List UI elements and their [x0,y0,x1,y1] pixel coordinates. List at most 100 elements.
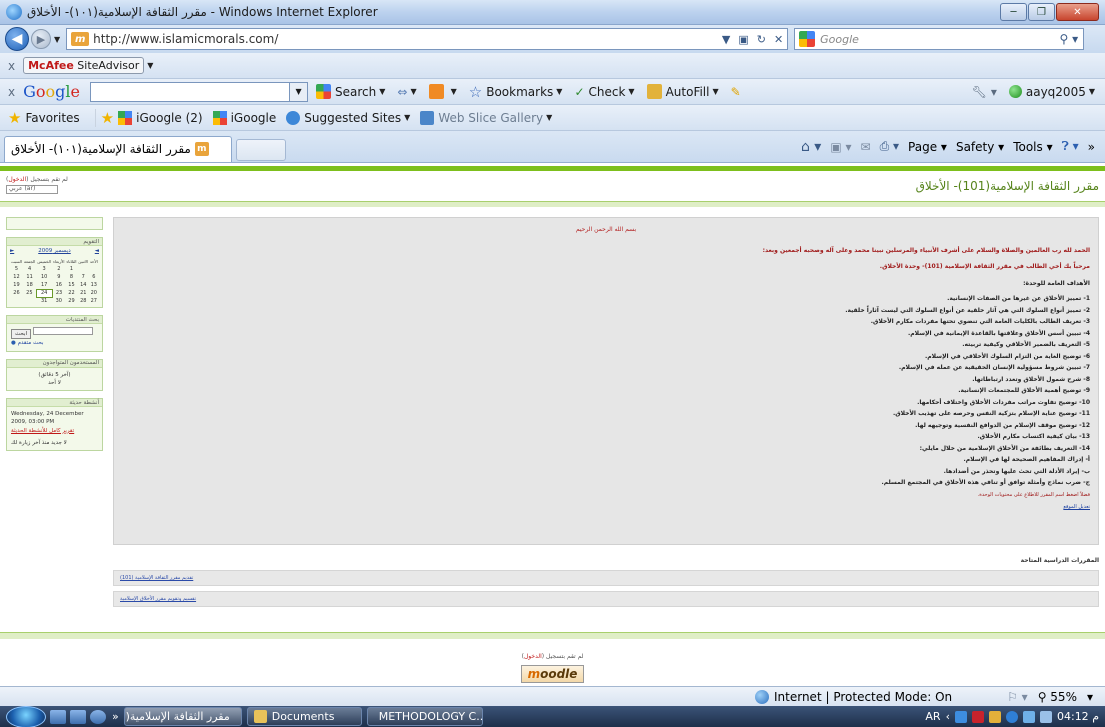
advanced-search-link[interactable]: بحث متقدم [18,340,44,346]
tray-expand-icon[interactable]: ‹ [946,710,950,723]
switch-windows-icon[interactable] [70,709,86,724]
google-search-dropdown-icon[interactable]: ▼ [290,81,309,102]
calendar-day[interactable]: 16 [52,281,65,289]
moodle-logo[interactable]: moodle [520,665,585,683]
tray-mcafee-icon[interactable] [971,710,984,723]
calendar-day[interactable]: 9 [52,273,65,281]
close-toolbar-icon[interactable]: x [8,59,15,73]
calendar-day[interactable]: 27 [89,297,98,305]
calendar-day[interactable]: 5 [10,265,23,273]
show-desktop-icon[interactable] [50,709,66,724]
forum-search-button[interactable]: ابحث [11,329,32,340]
calendar-day[interactable]: 21 [77,289,89,297]
refresh-icon[interactable]: ↻ [757,33,766,46]
page-menu[interactable]: Page ▾ [908,140,947,154]
calendar-day[interactable]: 30 [52,297,65,305]
feeds-icon[interactable]: ▣ ▾ [830,140,851,154]
search-box[interactable]: Google ⚲ ▾ [794,28,1085,50]
footer-login-link[interactable]: الدخول [524,653,542,660]
ie-quicklaunch-icon[interactable] [90,709,106,724]
calendar-day[interactable]: 6 [89,273,98,281]
start-button[interactable] [6,706,46,727]
blogger-button[interactable]: ▼ [428,84,457,99]
course-row[interactable]: تقسيم وتقويم مقرر الأخلاق الإسلامية [113,591,1099,607]
calendar-day[interactable]: 7 [77,273,89,281]
tray-app-icon[interactable] [954,710,967,723]
chevron-down-icon[interactable]: ▼ [147,61,153,70]
calendar-day[interactable]: 4 [23,265,36,273]
help-icon[interactable]: ❓︎ ▾ [1062,139,1079,154]
browser-tab-active[interactable]: m مقرر الثقافة الإسلامية(١٠١)- الأخلاق [4,135,232,162]
calendar-day[interactable]: 18 [23,281,36,289]
stop-icon[interactable]: ✕ [774,33,783,46]
taskbar-ie-window[interactable]: مقرر الثقافة الإسلامية(... [123,707,242,726]
calendar-day[interactable]: 2 [52,265,65,273]
forward-button[interactable]: ▶ [31,29,51,49]
login-link[interactable]: الدخول [8,176,26,183]
history-dropdown-icon[interactable]: ▼ [54,35,60,44]
tools-menu[interactable]: Tools ▾ [1013,140,1052,154]
share-button[interactable]: ⇔ ▼ [397,85,416,99]
edit-site-link[interactable]: تعديل الموقع [122,504,1090,510]
calendar-day[interactable]: 8 [66,273,78,281]
home-icon[interactable]: ⌂ ▾ [801,139,821,155]
maximize-button[interactable]: ❐ [1028,3,1055,21]
check-spelling-button[interactable]: ✓ Check ▼ [574,85,634,99]
calendar-day[interactable]: 23 [52,289,65,297]
address-input[interactable]: m http://www.islamicmorals.com/ ▼ ▣ ↻ ✕ [66,28,789,50]
calendar-day[interactable]: 25 [23,289,36,297]
quicklaunch-overflow-icon[interactable]: » [112,710,119,723]
favorite-item-web-slice-gallery[interactable]: Web Slice Gallery ▼ [420,110,552,125]
calendar-day[interactable]: 15 [66,281,78,289]
help-icon[interactable]: ● [11,340,16,346]
close-window-button[interactable]: ✕ [1056,3,1099,21]
google-search-button[interactable]: Search ▼ [316,84,385,99]
full-report-link[interactable]: تقرير كامل للأنشطة الحديثة [11,427,98,435]
safety-menu[interactable]: Safety ▾ [956,140,1004,154]
mail-icon[interactable]: ✉ [861,140,871,154]
calendar-day[interactable]: 12 [10,273,23,281]
course-link[interactable]: تقديم مقرر الثقافة الإسلامية (101) [120,575,193,581]
calendar-day[interactable]: 10 [36,273,52,281]
wrench-icon[interactable]: 🔧︎ ▾ [972,85,997,99]
minimize-button[interactable]: ─ [1000,3,1027,21]
security-zone[interactable]: Internet | Protected Mode: On [755,689,952,704]
calendar-day[interactable]: 11 [23,273,36,281]
tray-app-icon[interactable] [1005,710,1018,723]
search-magnifier-icon[interactable]: ⚲ ▾ [1060,32,1084,46]
calendar-day[interactable]: 17 [36,281,52,289]
compatibility-view-icon[interactable]: ▣ [738,33,748,46]
calendar-day[interactable]: 24 [35,288,53,298]
print-icon[interactable]: ⎙ ▾ [880,139,899,154]
calendar-day[interactable]: 3 [36,265,52,273]
favorite-item-igoogle[interactable]: iGoogle [212,110,276,125]
toolbar-overflow-icon[interactable]: » [1088,140,1095,154]
course-link[interactable]: تقسيم وتقويم مقرر الأخلاق الإسلامية [120,596,196,602]
taskbar-documents-window[interactable]: Documents [246,707,362,726]
back-button[interactable]: ◀ [5,27,29,51]
calendar-day[interactable]: 26 [10,289,23,297]
mcafee-siteadvisor-button[interactable]: McAfee SiteAdvisor [23,57,145,74]
zoom-dropdown-icon[interactable]: ▾ [1087,690,1093,704]
clock[interactable]: 04:12 م [1057,710,1099,723]
popup-blocker-icon[interactable]: ⚐ ▾ [1007,690,1028,704]
language-indicator[interactable]: AR [925,710,940,723]
google-search-input[interactable] [90,81,291,102]
forum-search-input[interactable] [32,327,93,335]
favorite-item-igoogle-2[interactable]: iGoogle (2) [118,110,203,125]
calendar-day[interactable]: 29 [66,297,78,305]
calendar-day[interactable]: 22 [66,289,78,297]
language-select[interactable]: عربي (ar) [6,184,58,194]
calendar-day[interactable]: 19 [10,281,23,289]
bookmarks-button[interactable]: ☆ Bookmarks ▼ [469,83,563,101]
favorites-button[interactable]: ★ Favorites [8,109,80,127]
add-favorite-icon[interactable]: ★ [101,109,114,127]
volume-icon[interactable] [1039,710,1052,723]
calendar-day[interactable]: 31 [36,297,52,305]
google-account-menu[interactable]: 🔧︎ ▾ aayq2005 ▼ [972,85,1095,99]
calendar-month-link[interactable]: ديسمبر 2009 [38,248,71,254]
favorite-item-suggested-sites[interactable]: Suggested Sites ▼ [286,110,410,125]
new-tab-button[interactable] [236,138,286,161]
autofill-button[interactable]: AutoFill ▼ [646,84,719,99]
highlight-button[interactable]: ✎ [731,85,741,99]
